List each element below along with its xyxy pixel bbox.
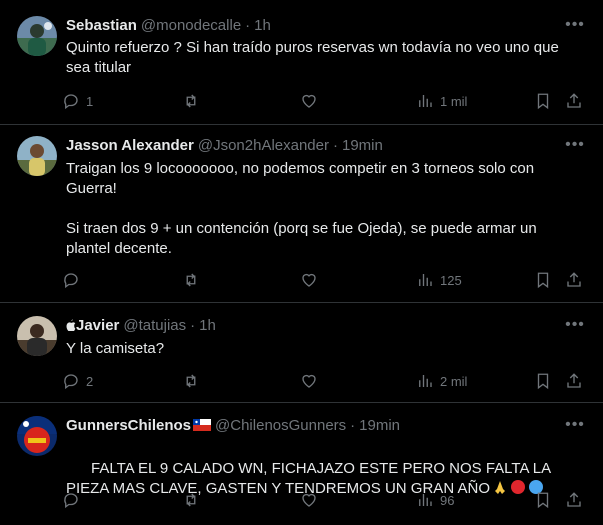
tweet[interactable]: GunnersChilenos @ChilenosGunners · 19min •… (0, 403, 603, 525)
tweet-header: GunnersChilenos @ChilenosGunners · 19min (66, 416, 400, 436)
views-icon (419, 375, 432, 387)
share-button[interactable] (565, 371, 583, 391)
reply-icon (64, 273, 78, 289)
views-count: 125 (440, 272, 462, 288)
like-icon (302, 94, 316, 108)
timestamp[interactable]: 1h (199, 317, 216, 334)
bookmark-icon (537, 93, 549, 110)
tweet-text: Quinto refuerzo ? Si han traído puros re… (66, 39, 563, 76)
views-icon (419, 274, 432, 286)
retweet-icon (186, 273, 196, 287)
separator-dot: · (332, 137, 338, 154)
views-button[interactable]: 2 mil (416, 371, 467, 391)
action-bar: 125 (62, 270, 592, 290)
action-bar: 96 (62, 490, 592, 510)
share-icon (567, 373, 581, 388)
display-name[interactable]: Sebastian (66, 17, 137, 34)
reply-button[interactable]: 2 (62, 371, 93, 391)
like-button[interactable] (300, 91, 318, 111)
bookmark-button[interactable] (534, 371, 552, 391)
views-count: 96 (440, 492, 455, 508)
bookmark-button[interactable] (534, 270, 552, 290)
reply-button[interactable] (62, 270, 80, 290)
bookmark-button[interactable] (534, 490, 552, 510)
views-button[interactable]: 96 (416, 490, 454, 510)
tweet[interactable]: Javier @tatujias · 1h ••• Y la camiseta? 2 … (0, 303, 603, 403)
reply-count: 1 (86, 93, 94, 109)
share-icon (567, 93, 581, 108)
reply-icon (64, 94, 78, 110)
bookmark-button[interactable] (534, 91, 552, 111)
avatar[interactable] (17, 136, 57, 176)
reply-icon (64, 374, 78, 390)
tweet[interactable]: Jasson Alexander @Json2hAlexander · 19min •… (0, 125, 603, 303)
views-icon (419, 494, 432, 506)
more-icon[interactable]: ••• (565, 317, 585, 338)
avatar[interactable] (17, 316, 57, 356)
display-name[interactable]: GunnersChilenos (66, 417, 191, 434)
timestamp[interactable]: 1h (254, 17, 271, 34)
avatar[interactable] (17, 16, 57, 56)
retweet-button[interactable] (182, 490, 200, 510)
separator-dot: · (190, 317, 196, 334)
more-icon[interactable]: ••• (565, 417, 585, 438)
like-button[interactable] (300, 270, 318, 290)
user-handle[interactable]: @monodecalle (141, 17, 241, 34)
like-icon (302, 493, 316, 507)
like-icon (302, 374, 316, 388)
tweet-header: Sebastian @monodecalle · 1h (66, 16, 271, 36)
separator-dot: · (245, 17, 251, 34)
display-name[interactable]: Javier (76, 317, 119, 334)
bookmark-icon (537, 272, 549, 289)
share-button[interactable] (565, 91, 583, 111)
tweet-header: Jasson Alexander @Json2hAlexander · 19min (66, 136, 383, 156)
like-icon (302, 273, 316, 287)
retweet-button[interactable] (182, 270, 200, 290)
views-count: 1 mil (440, 93, 468, 109)
share-button[interactable] (565, 270, 583, 290)
reply-count: 2 (86, 373, 94, 389)
views-button[interactable]: 1 mil (416, 91, 467, 111)
reply-button[interactable]: 1 (62, 91, 93, 111)
user-handle[interactable]: @ChilenosGunners (215, 417, 346, 434)
like-button[interactable] (300, 371, 318, 391)
tweet-text: Y la camiseta? (66, 340, 165, 357)
like-button[interactable] (300, 490, 318, 510)
separator-dot: · (350, 417, 356, 434)
tweet[interactable]: Sebastian @monodecalle · 1h ••• Quinto refu… (0, 0, 603, 125)
more-icon[interactable]: ••• (565, 17, 585, 38)
retweet-button[interactable] (182, 371, 200, 391)
tweet-text: Traigan los 9 locooooooo, no podemos com… (66, 160, 537, 257)
views-button[interactable]: 125 (416, 270, 462, 290)
views-icon (419, 95, 432, 107)
tweet-header: Javier @tatujias · 1h (66, 316, 216, 336)
retweet-button[interactable] (182, 91, 200, 111)
reply-button[interactable] (62, 490, 80, 510)
reply-icon (64, 493, 78, 509)
timestamp[interactable]: 19min (359, 417, 400, 434)
action-bar: 2 2 mil (62, 371, 592, 391)
views-count: 2 mil (440, 373, 468, 389)
retweet-icon (186, 94, 196, 108)
display-name[interactable]: Jasson Alexander (66, 137, 194, 154)
user-handle[interactable]: @tatujias (123, 317, 186, 334)
bookmark-icon (537, 373, 549, 390)
retweet-icon (186, 493, 196, 507)
share-icon (567, 492, 581, 507)
share-button[interactable] (565, 490, 583, 510)
apple-icon (66, 317, 76, 337)
more-icon[interactable]: ••• (565, 137, 585, 158)
timestamp[interactable]: 19min (342, 137, 383, 154)
bookmark-icon (537, 492, 549, 509)
user-handle[interactable]: @Json2hAlexander (198, 137, 329, 154)
action-bar: 1 1 mil (62, 91, 592, 111)
avatar[interactable] (17, 416, 57, 456)
chile-flag-icon (193, 417, 212, 431)
share-icon (567, 272, 581, 287)
reply-feed: Sebastian @monodecalle · 1h ••• Quinto refu… (0, 0, 603, 525)
retweet-icon (186, 374, 196, 388)
